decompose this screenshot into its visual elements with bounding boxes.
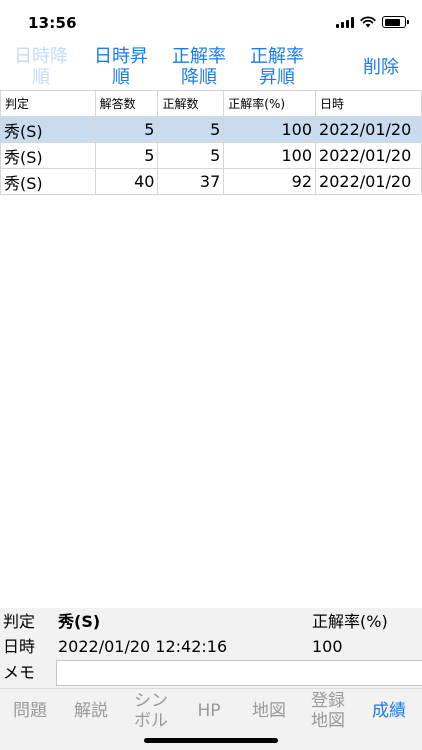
delete-button[interactable]: 削除 xyxy=(340,44,422,90)
detail-row-judge: 判定 秀(S) 正解率(%) xyxy=(0,610,422,634)
table-row[interactable]: 秀(S) 40 37 92 2022/01/20 xyxy=(0,168,422,195)
tab-map[interactable]: 地図 xyxy=(238,689,300,733)
cell-rate: 100 xyxy=(223,116,317,143)
sort-rate-asc-button[interactable]: 正解率 昇順 xyxy=(238,44,316,90)
rate-label: 正解率(%) xyxy=(312,612,388,631)
header-correct[interactable]: 正解数 xyxy=(157,90,225,117)
header-judge[interactable]: 判定 xyxy=(0,90,96,117)
detail-panel: 判定 秀(S) 正解率(%) 日時 2022/01/20 12:42:16 10… xyxy=(0,608,422,688)
cell-judge: 秀(S) xyxy=(0,116,96,143)
cell-rate: 100 xyxy=(223,142,317,169)
cell-rate: 92 xyxy=(223,168,317,195)
header-rate[interactable]: 正解率(%) xyxy=(223,90,317,117)
results-table: 判定 解答数 正解数 正解率(%) 日時 秀(S) 5 5 100 2022/0… xyxy=(0,90,422,195)
cell-judge: 秀(S) xyxy=(0,142,96,169)
cell-judge: 秀(S) xyxy=(0,168,96,195)
home-indicator[interactable] xyxy=(144,738,278,743)
date-value: 2022/01/20 12:42:16 xyxy=(58,637,228,656)
rate-value: 100 xyxy=(312,637,343,656)
sort-date-asc-button[interactable]: 日時昇 順 xyxy=(82,44,160,90)
cell-correct: 5 xyxy=(157,116,225,143)
cell-date: 2022/01/20 xyxy=(315,116,422,143)
status-time: 13:56 xyxy=(28,14,77,32)
memo-label: メモ xyxy=(3,663,36,682)
tab-hp[interactable]: HP xyxy=(180,689,238,733)
battery-icon xyxy=(382,16,409,28)
status-icons xyxy=(336,16,409,28)
detail-row-date: 日時 2022/01/20 12:42:16 100 xyxy=(0,635,422,659)
sort-rate-desc-button[interactable]: 正解率 降順 xyxy=(160,44,238,90)
header-answered[interactable]: 解答数 xyxy=(94,90,159,117)
memo-input[interactable] xyxy=(56,660,422,686)
cellular-signal-icon xyxy=(336,16,354,28)
status-bar: 13:56 xyxy=(0,0,422,44)
cell-answered: 5 xyxy=(94,116,159,143)
cell-date: 2022/01/20 xyxy=(315,168,422,195)
cell-correct: 37 xyxy=(157,168,225,195)
tab-explain[interactable]: 解説 xyxy=(60,689,122,733)
date-label: 日時 xyxy=(3,637,36,656)
tab-symbol[interactable]: シン ボル xyxy=(122,689,180,733)
header-date[interactable]: 日時 xyxy=(315,90,422,117)
cell-date: 2022/01/20 xyxy=(315,142,422,169)
judge-label: 判定 xyxy=(3,612,36,631)
sort-date-desc-button[interactable]: 日時降 順 xyxy=(0,44,82,90)
sort-toolbar: 日時降 順 日時昇 順 正解率 降順 正解率 昇順 削除 xyxy=(0,44,422,90)
cell-answered: 5 xyxy=(94,142,159,169)
wifi-icon xyxy=(360,16,376,28)
judge-value: 秀(S) xyxy=(58,612,101,631)
detail-row-memo: メモ xyxy=(0,661,56,685)
cell-correct: 5 xyxy=(157,142,225,169)
tab-results[interactable]: 成績 xyxy=(356,689,422,733)
table-header-row: 判定 解答数 正解数 正解率(%) 日時 xyxy=(0,90,422,117)
tab-problem[interactable]: 問題 xyxy=(0,689,60,733)
tab-registered-map[interactable]: 登録 地図 xyxy=(300,689,356,733)
table-row[interactable]: 秀(S) 5 5 100 2022/01/20 xyxy=(0,116,422,143)
cell-answered: 40 xyxy=(94,168,159,195)
table-row[interactable]: 秀(S) 5 5 100 2022/01/20 xyxy=(0,142,422,169)
